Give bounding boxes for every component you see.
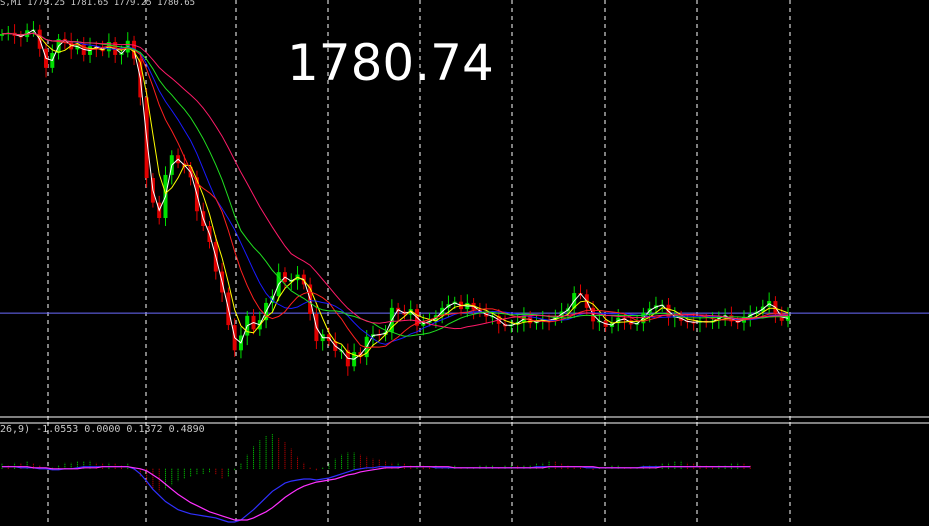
- chart-header-text: S,M1 1779.25 1781.65 1779.25 1780.65: [0, 0, 196, 8]
- current-price-label: 1780.74: [287, 34, 494, 92]
- signal-line: [2, 466, 751, 521]
- trading-chart: S,M1 1779.25 1781.65 1779.25 1780.65 178…: [0, 0, 929, 526]
- oscillator-header-text: 26,9) -1.0553 0.0000 0.1372 0.4890: [0, 424, 205, 435]
- macd-line: [2, 466, 751, 523]
- oscillator-chart: [0, 422, 929, 526]
